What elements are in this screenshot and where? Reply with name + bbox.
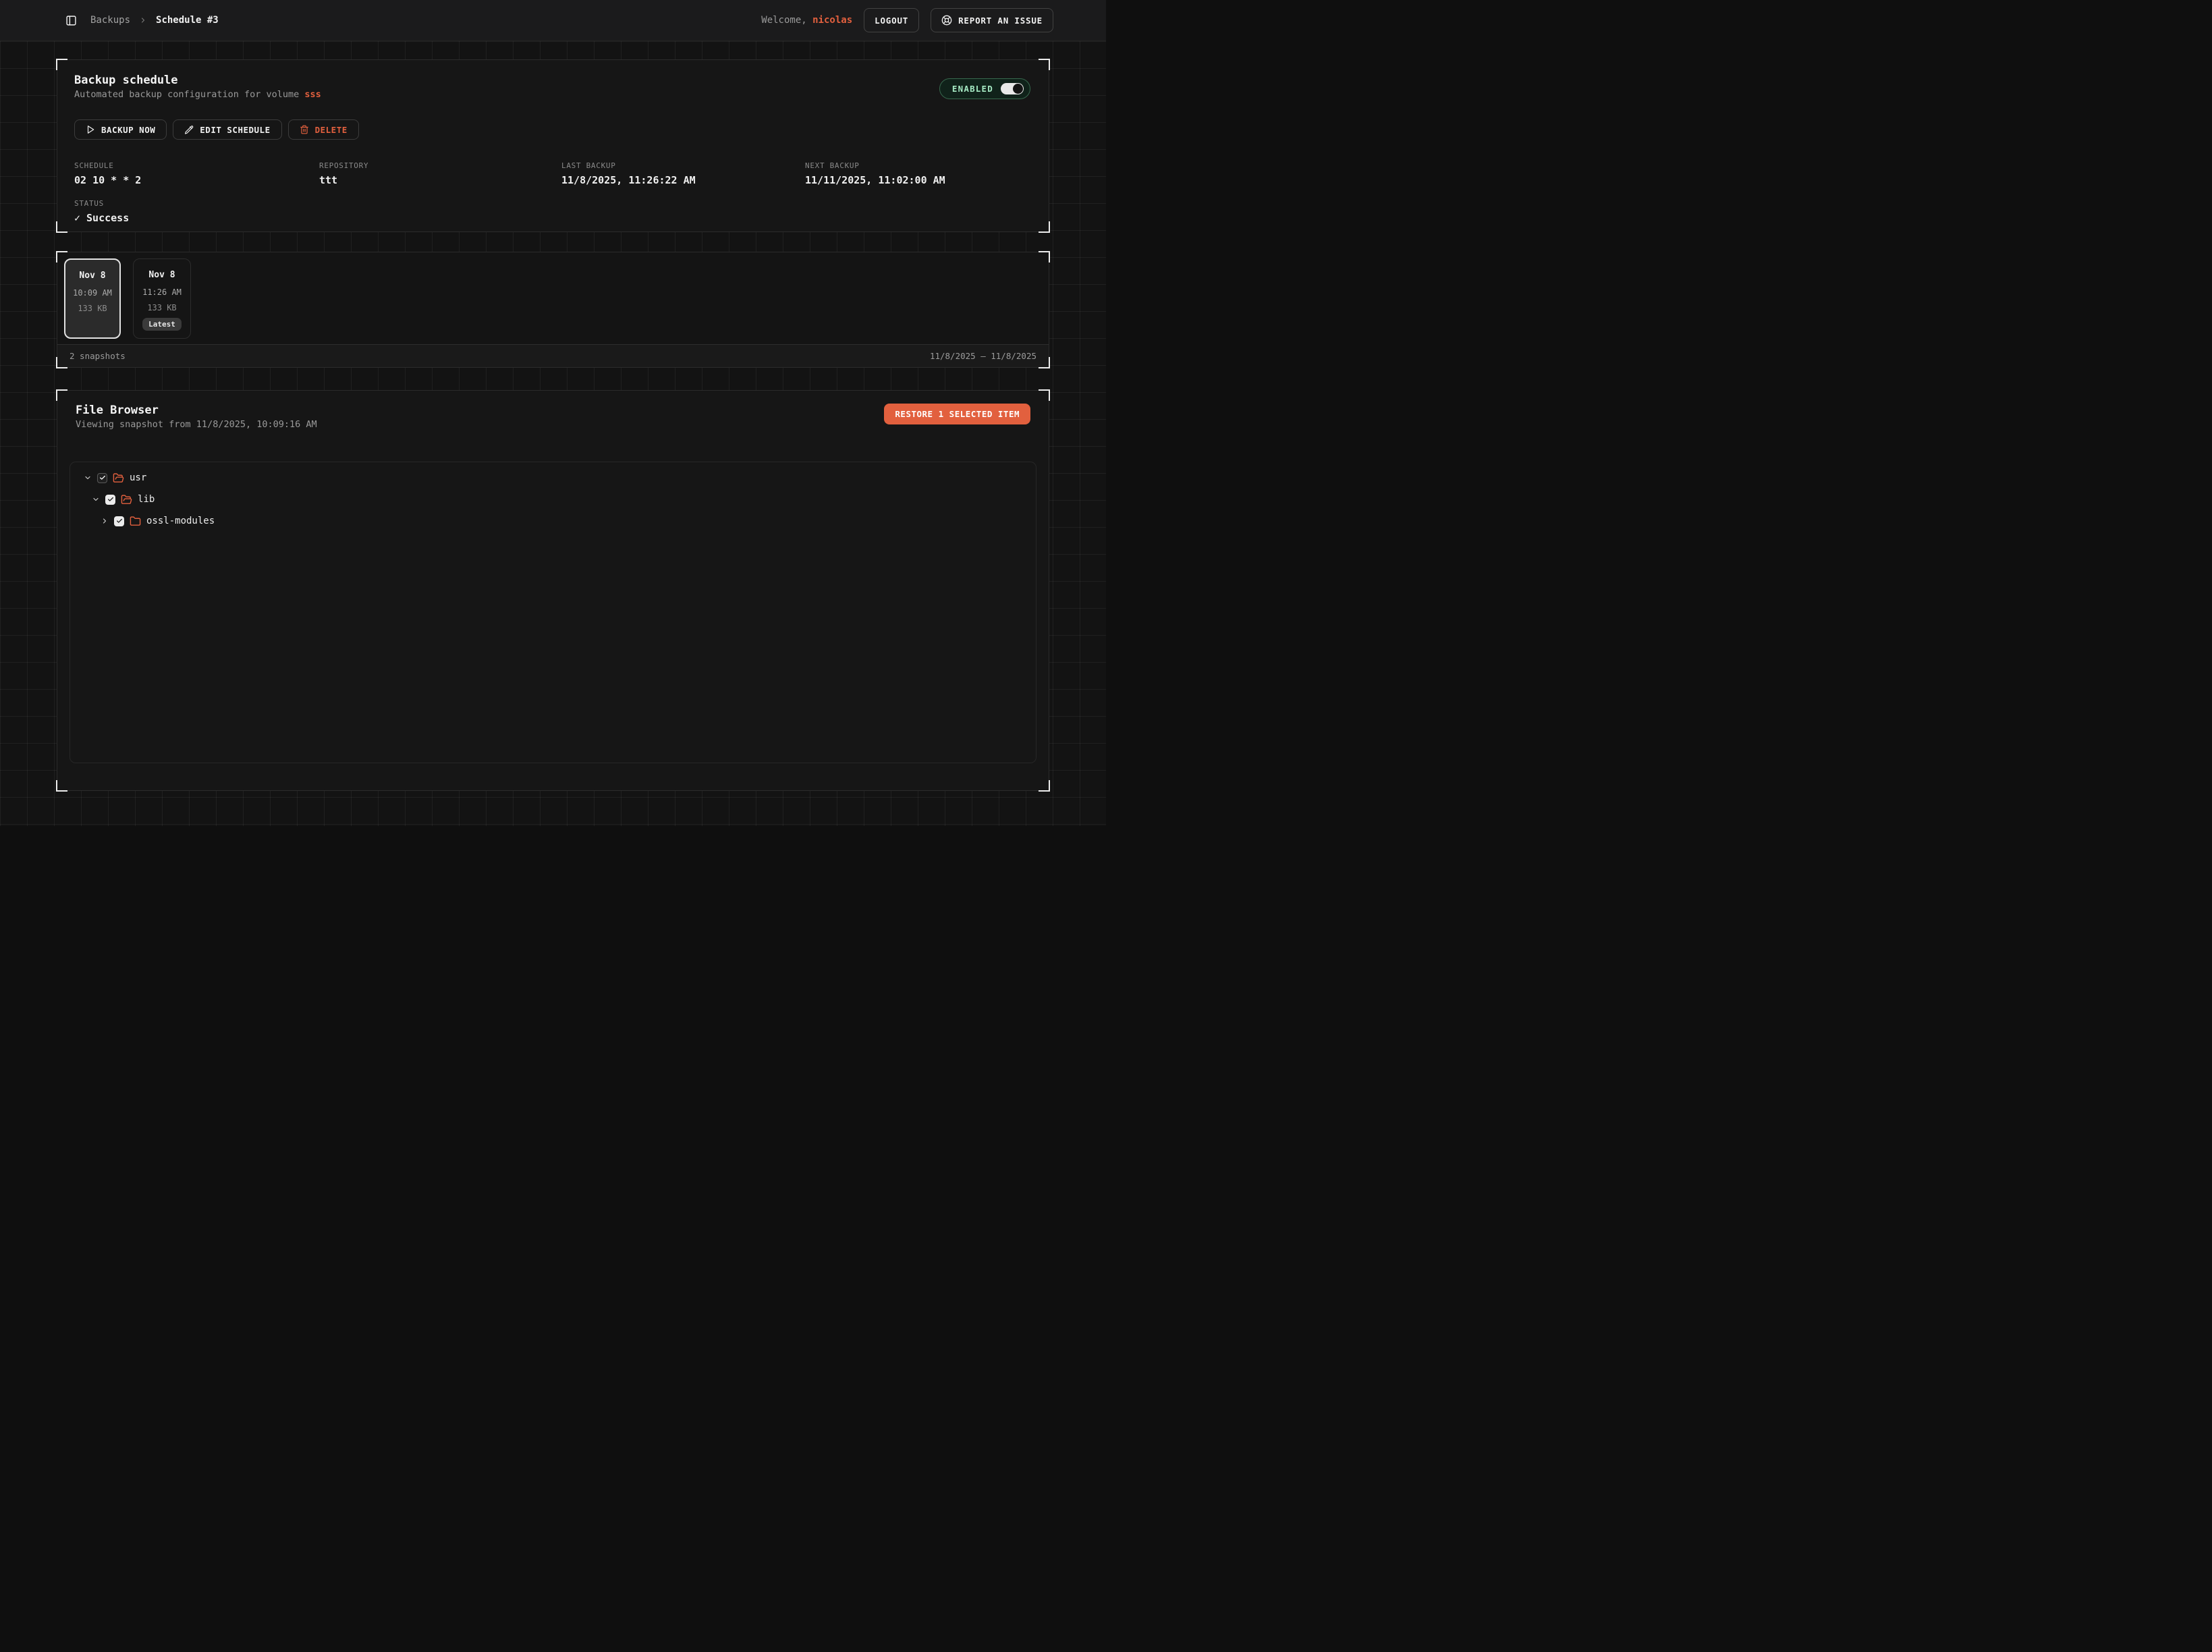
topbar: Backups Schedule #3 Welcome, nicolas LOG…: [0, 0, 1106, 41]
snapshot-date-range: 11/8/2025 – 11/8/2025: [930, 351, 1036, 361]
info-value: ttt: [319, 174, 561, 186]
chevron-down-icon[interactable]: [92, 495, 100, 503]
corner-bracket: [1039, 357, 1050, 368]
corner-bracket: [1039, 59, 1050, 70]
latest-badge: Latest: [142, 318, 182, 331]
status-text: Success: [86, 212, 129, 224]
snapshots-section: Nov 8 10:09 AM 133 KB Nov 8 11:26 AM 133…: [57, 252, 1049, 368]
snapshot-size: 133 KB: [147, 303, 176, 312]
info-next-backup: NEXT BACKUP 11/11/2025, 11:02:00 AM: [805, 161, 1030, 186]
logout-button-label: LOGOUT: [875, 16, 908, 26]
snapshots-footer: 2 snapshots 11/8/2025 – 11/8/2025: [57, 344, 1049, 367]
corner-bracket: [1039, 389, 1050, 401]
tree-row-usr[interactable]: usr: [70, 467, 1036, 489]
schedule-card-title: Backup schedule: [74, 74, 1030, 88]
username: nicolas: [812, 15, 852, 26]
snapshot-time: 10:09 AM: [73, 288, 112, 298]
status-label: STATUS: [74, 199, 1030, 208]
volume-name: sss: [304, 89, 321, 100]
enabled-toggle[interactable]: ENABLED: [939, 78, 1030, 99]
schedule-actions: BACKUP NOW EDIT SCHEDULE DELETE: [74, 119, 1030, 140]
schedule-info-grid: SCHEDULE 02 10 * * 2 REPOSITORY ttt LAST…: [74, 161, 1030, 186]
file-tree-panel: usr lib: [70, 462, 1036, 763]
enabled-toggle-label: ENABLED: [952, 84, 993, 94]
trash-icon: [300, 125, 309, 134]
restore-button[interactable]: RESTORE 1 SELECTED ITEM: [884, 404, 1030, 424]
tree-row-lib[interactable]: lib: [70, 489, 1036, 510]
corner-bracket: [1039, 251, 1050, 263]
snapshot-size: 133 KB: [78, 304, 107, 313]
edit-schedule-button[interactable]: EDIT SCHEDULE: [173, 119, 281, 140]
welcome-text: Welcome, nicolas: [761, 15, 852, 26]
corner-bracket: [56, 780, 67, 792]
delete-button[interactable]: DELETE: [288, 119, 359, 140]
corner-bracket: [56, 357, 67, 368]
folder-icon: [130, 516, 141, 527]
info-last-backup: LAST BACKUP 11/8/2025, 11:26:22 AM: [561, 161, 805, 186]
status-value: ✓ Success: [74, 212, 1030, 224]
toggle-knob: [1013, 84, 1023, 94]
info-repository: REPOSITORY ttt: [319, 161, 561, 186]
breadcrumb-backups[interactable]: Backups: [90, 15, 130, 26]
report-issue-button[interactable]: REPORT AN ISSUE: [931, 8, 1053, 32]
corner-bracket: [1039, 780, 1050, 792]
toggle-switch[interactable]: [1001, 83, 1024, 94]
info-value: 11/8/2025, 11:26:22 AM: [561, 174, 805, 186]
topbar-right: Welcome, nicolas LOGOUT REPORT AN ISSUE: [761, 8, 1053, 32]
breadcrumb: Backups Schedule #3: [90, 15, 219, 26]
folder-open-icon: [113, 472, 124, 484]
corner-bracket: [56, 251, 67, 263]
backup-now-button[interactable]: BACKUP NOW: [74, 119, 167, 140]
info-value: 02 10 * * 2: [74, 174, 319, 186]
chevron-right-icon[interactable]: [101, 517, 109, 525]
breadcrumb-current: Schedule #3: [156, 15, 219, 26]
info-label: LAST BACKUP: [561, 161, 805, 170]
backup-schedule-card: Backup schedule Automated backup configu…: [57, 59, 1049, 232]
tree-label: ossl-modules: [146, 516, 215, 526]
snapshot-date: Nov 8: [79, 271, 105, 281]
info-label: SCHEDULE: [74, 161, 319, 170]
corner-bracket: [56, 389, 67, 401]
logout-button[interactable]: LOGOUT: [864, 8, 919, 32]
tree-label: lib: [138, 494, 155, 505]
info-label: NEXT BACKUP: [805, 161, 1030, 170]
file-browser-card: File Browser Viewing snapshot from 11/8/…: [57, 390, 1049, 791]
snapshot-card-latest[interactable]: Nov 8 11:26 AM 133 KB Latest: [133, 258, 191, 339]
info-value: 11/11/2025, 11:02:00 AM: [805, 174, 1030, 186]
sidebar-toggle-icon[interactable]: [65, 15, 77, 26]
backup-schedule-page: Backups Schedule #3 Welcome, nicolas LOG…: [0, 0, 1106, 826]
folder-open-icon: [121, 494, 132, 505]
snapshot-count: 2 snapshots: [70, 351, 126, 361]
info-schedule: SCHEDULE 02 10 * * 2: [74, 161, 319, 186]
chevron-down-icon[interactable]: [84, 474, 92, 482]
report-issue-button-label: REPORT AN ISSUE: [958, 16, 1043, 26]
info-label: REPOSITORY: [319, 161, 561, 170]
checkbox-checked[interactable]: [97, 473, 107, 483]
checkbox-checked[interactable]: [114, 516, 124, 526]
snapshot-card-selected[interactable]: Nov 8 10:09 AM 133 KB: [64, 258, 121, 339]
tree-label: usr: [130, 472, 146, 483]
corner-bracket: [56, 221, 67, 233]
snapshot-time: 11:26 AM: [142, 287, 182, 297]
lifebuoy-icon: [941, 15, 952, 26]
breadcrumb-separator-icon: [139, 16, 147, 24]
delete-label: DELETE: [315, 125, 348, 135]
snapshot-date: Nov 8: [148, 270, 175, 280]
backup-now-label: BACKUP NOW: [101, 125, 155, 135]
check-icon: ✓: [74, 212, 80, 224]
status-block: STATUS ✓ Success: [74, 199, 1030, 224]
topbar-left: Backups Schedule #3: [65, 15, 219, 26]
checkbox-checked[interactable]: [105, 495, 115, 505]
corner-bracket: [56, 59, 67, 70]
tree-row-ossl-modules[interactable]: ossl-modules: [70, 510, 1036, 532]
schedule-card-subtitle: Automated backup configuration for volum…: [74, 88, 1030, 101]
corner-bracket: [1039, 221, 1050, 233]
pencil-icon: [184, 125, 194, 134]
play-icon: [86, 125, 95, 134]
edit-schedule-label: EDIT SCHEDULE: [200, 125, 270, 135]
